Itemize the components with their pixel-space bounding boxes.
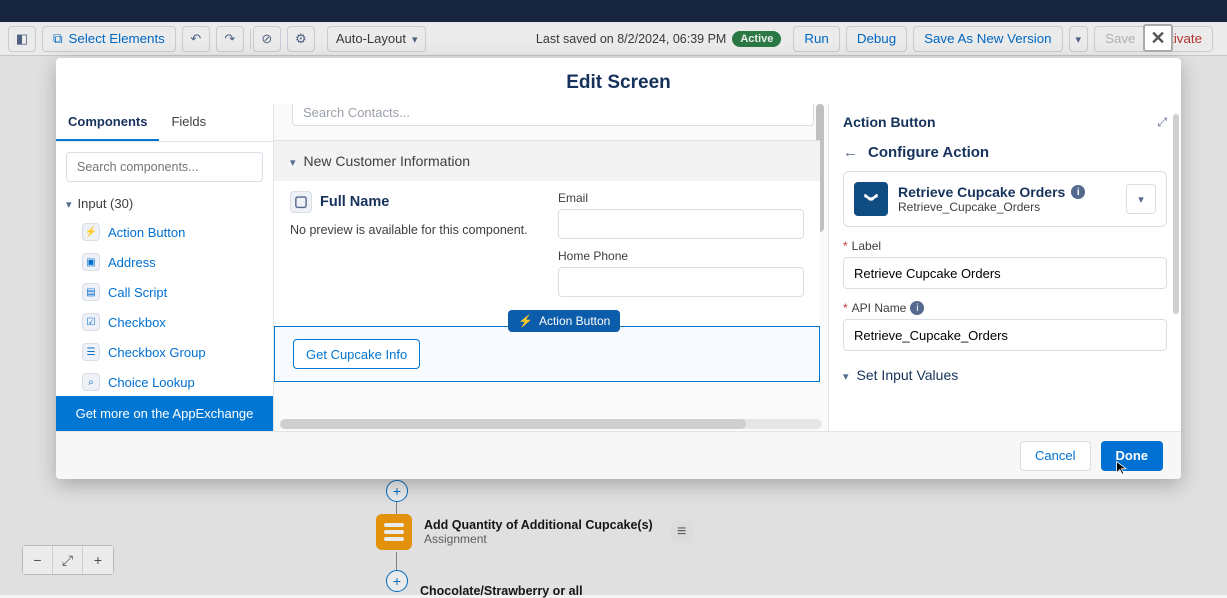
api-name-input[interactable] [843,319,1167,351]
modal-title: Edit Screen [56,58,1181,104]
label-input[interactable] [843,257,1167,289]
api-name-field-label: API Name [852,301,907,315]
component-label: Call Script [108,285,167,300]
location-icon: ▣ [82,253,100,271]
get-cupcake-info-button[interactable]: Get Cupcake Info [293,339,420,369]
h-scrollbar[interactable] [280,419,822,429]
edit-screen-modal: Edit Screen Components Fields 🔍 Input (3… [56,58,1181,479]
component-checkbox[interactable]: ☑ Checkbox [56,307,273,337]
action-dropdown[interactable] [1126,184,1156,214]
script-icon: ▤ [82,283,100,301]
component-list: ⚡ Action Button ▣ Address ▤ Call Script ☑ Ch… [56,217,273,396]
email-label: Email [558,191,804,205]
selected-action-card: Retrieve Cupcake Orders i Retrieve_Cupca… [843,171,1167,227]
panel-subtitle: Configure Action [868,144,989,161]
group-label: Input (30) [78,196,134,211]
action-button-chip: ⚡ Action Button [508,310,620,332]
email-input[interactable] [558,209,804,239]
property-panel: Action Button ⤢ ← Configure Action Retri… [829,104,1181,431]
no-preview-text: No preview is available for this compone… [290,223,536,237]
component-label: Choice Lookup [108,375,195,390]
action-api-name: Retrieve_Cupcake_Orders [898,200,1116,214]
phone-input[interactable] [558,267,804,297]
text-icon: ▢ [290,191,312,213]
phone-label: Home Phone [558,249,804,263]
components-panel: Components Fields 🔍 Input (30) ⚡Action B… [56,104,274,431]
bolt-icon: ⚡ [82,223,100,241]
h-scrollbar-thumb[interactable] [280,419,746,429]
chevron-down-icon [66,196,72,211]
tab-fields[interactable]: Fields [159,104,218,141]
full-name-label: Full Name [320,194,389,210]
done-button[interactable]: Done [1101,441,1164,471]
component-choice-lookup[interactable]: ⌕ Choice Lookup [56,367,273,396]
v-scrollbar-thumb[interactable] [1173,114,1179,314]
screen-canvas: Search Contacts... New Customer Informat… [274,104,829,431]
component-label: Address [108,255,156,270]
section-toggle[interactable]: New Customer Information [274,141,820,181]
search-contacts-input[interactable]: Search Contacts... [292,104,814,126]
chip-label: Action Button [539,314,610,328]
appexchange-link[interactable]: Get more on the AppExchange [56,396,273,431]
mouse-cursor [1115,460,1131,481]
component-action-button[interactable]: ⚡ Action Button [56,217,273,247]
action-title: Retrieve Cupcake Orders [898,184,1065,200]
search-components-input[interactable] [66,152,263,182]
panel-title: Action Button [843,114,936,130]
selected-component-area[interactable]: Get Cupcake Info [274,326,820,382]
tab-components[interactable]: Components [56,104,159,141]
bolt-icon: ⚡ [518,314,533,328]
component-label: Checkbox Group [108,345,206,360]
chevron-down-icon [290,153,296,169]
cancel-button[interactable]: Cancel [1020,441,1090,471]
component-label: Action Button [108,225,185,240]
component-label: Checkbox [108,315,166,330]
checkbox-group-icon: ☰ [82,343,100,361]
close-modal-icon[interactable]: ✕ [1143,24,1173,52]
component-call-script[interactable]: ▤ Call Script [56,277,273,307]
section-title: New Customer Information [304,153,471,169]
chevron-down-icon [1138,190,1144,208]
flow-icon [854,182,888,216]
lookup-icon: ⌕ [82,373,100,391]
expand-icon[interactable]: ⤢ [1157,115,1167,130]
set-input-values-toggle[interactable]: Set Input Values [829,363,1181,383]
info-icon[interactable]: i [910,301,924,315]
info-icon[interactable]: i [1071,185,1085,199]
back-arrow-icon[interactable]: ← [843,144,858,161]
label-field-label: Label [852,239,881,253]
component-address[interactable]: ▣ Address [56,247,273,277]
chevron-down-icon [843,367,849,383]
input-group-toggle[interactable]: Input (30) [56,192,273,217]
set-input-values-label: Set Input Values [857,367,959,383]
component-checkbox-group[interactable]: ☰ Checkbox Group [56,337,273,367]
checkbox-icon: ☑ [82,313,100,331]
